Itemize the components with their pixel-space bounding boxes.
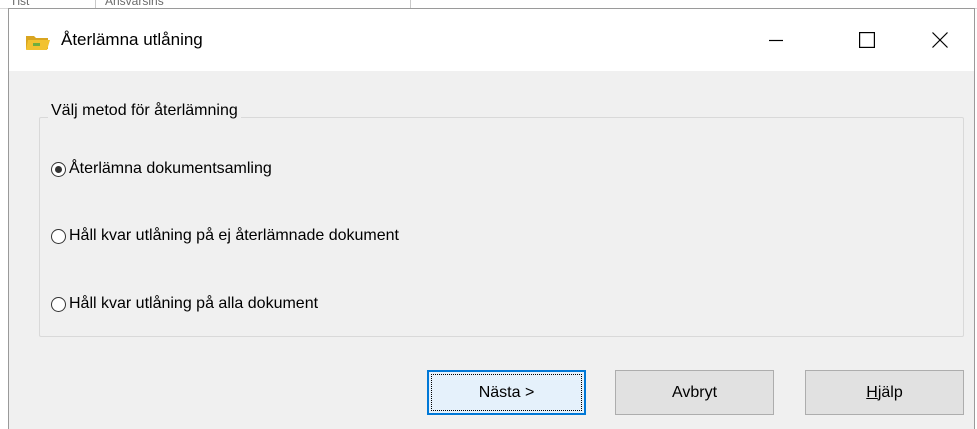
radio-button[interactable] xyxy=(51,296,66,312)
folder-open-icon xyxy=(25,33,51,51)
return-loan-dialog: Återlämna utlåning Välj metod för återlä… xyxy=(8,8,975,429)
radio-option-keep-unreturned[interactable]: Håll kvar utlåning på ej återlämnade dok… xyxy=(51,224,399,248)
radio-label[interactable]: Återlämna dokumentsamling xyxy=(69,160,272,178)
background-text-fragment: Tlst xyxy=(10,0,30,8)
window-title: Återlämna utlåning xyxy=(61,30,203,49)
maximize-icon xyxy=(859,32,875,48)
radio-label[interactable]: Håll kvar utlåning på alla dokument xyxy=(69,295,318,313)
radio-option-return-collection[interactable]: Återlämna dokumentsamling xyxy=(51,157,272,181)
close-button[interactable] xyxy=(904,9,976,71)
radio-label[interactable]: Håll kvar utlåning på ej återlämnade dok… xyxy=(69,227,399,245)
help-button[interactable]: Hjälp xyxy=(805,370,964,415)
background-divider xyxy=(410,0,411,8)
cancel-button-label: Avbryt xyxy=(671,383,718,401)
help-button-label: jälp xyxy=(877,383,903,401)
minimize-button[interactable] xyxy=(740,9,812,71)
maximize-button[interactable] xyxy=(831,9,903,71)
radio-button[interactable] xyxy=(51,161,66,177)
radio-option-keep-all[interactable]: Håll kvar utlåning på alla dokument xyxy=(51,292,318,316)
group-legend: Välj metod för återlämning xyxy=(48,102,241,120)
background-divider xyxy=(95,0,96,8)
radio-button[interactable] xyxy=(51,228,66,244)
background-text-fragment: Ansvarsins xyxy=(105,0,164,8)
title-bar[interactable]: Återlämna utlåning xyxy=(9,9,974,71)
next-button-label: Nästa > xyxy=(478,383,535,401)
next-button[interactable]: Nästa > xyxy=(427,370,586,415)
radio-selected-dot xyxy=(55,165,62,173)
cancel-button[interactable]: Avbryt xyxy=(615,370,774,415)
minimize-icon xyxy=(769,33,783,47)
close-icon xyxy=(932,32,948,48)
help-mnemonic: H xyxy=(866,383,878,401)
